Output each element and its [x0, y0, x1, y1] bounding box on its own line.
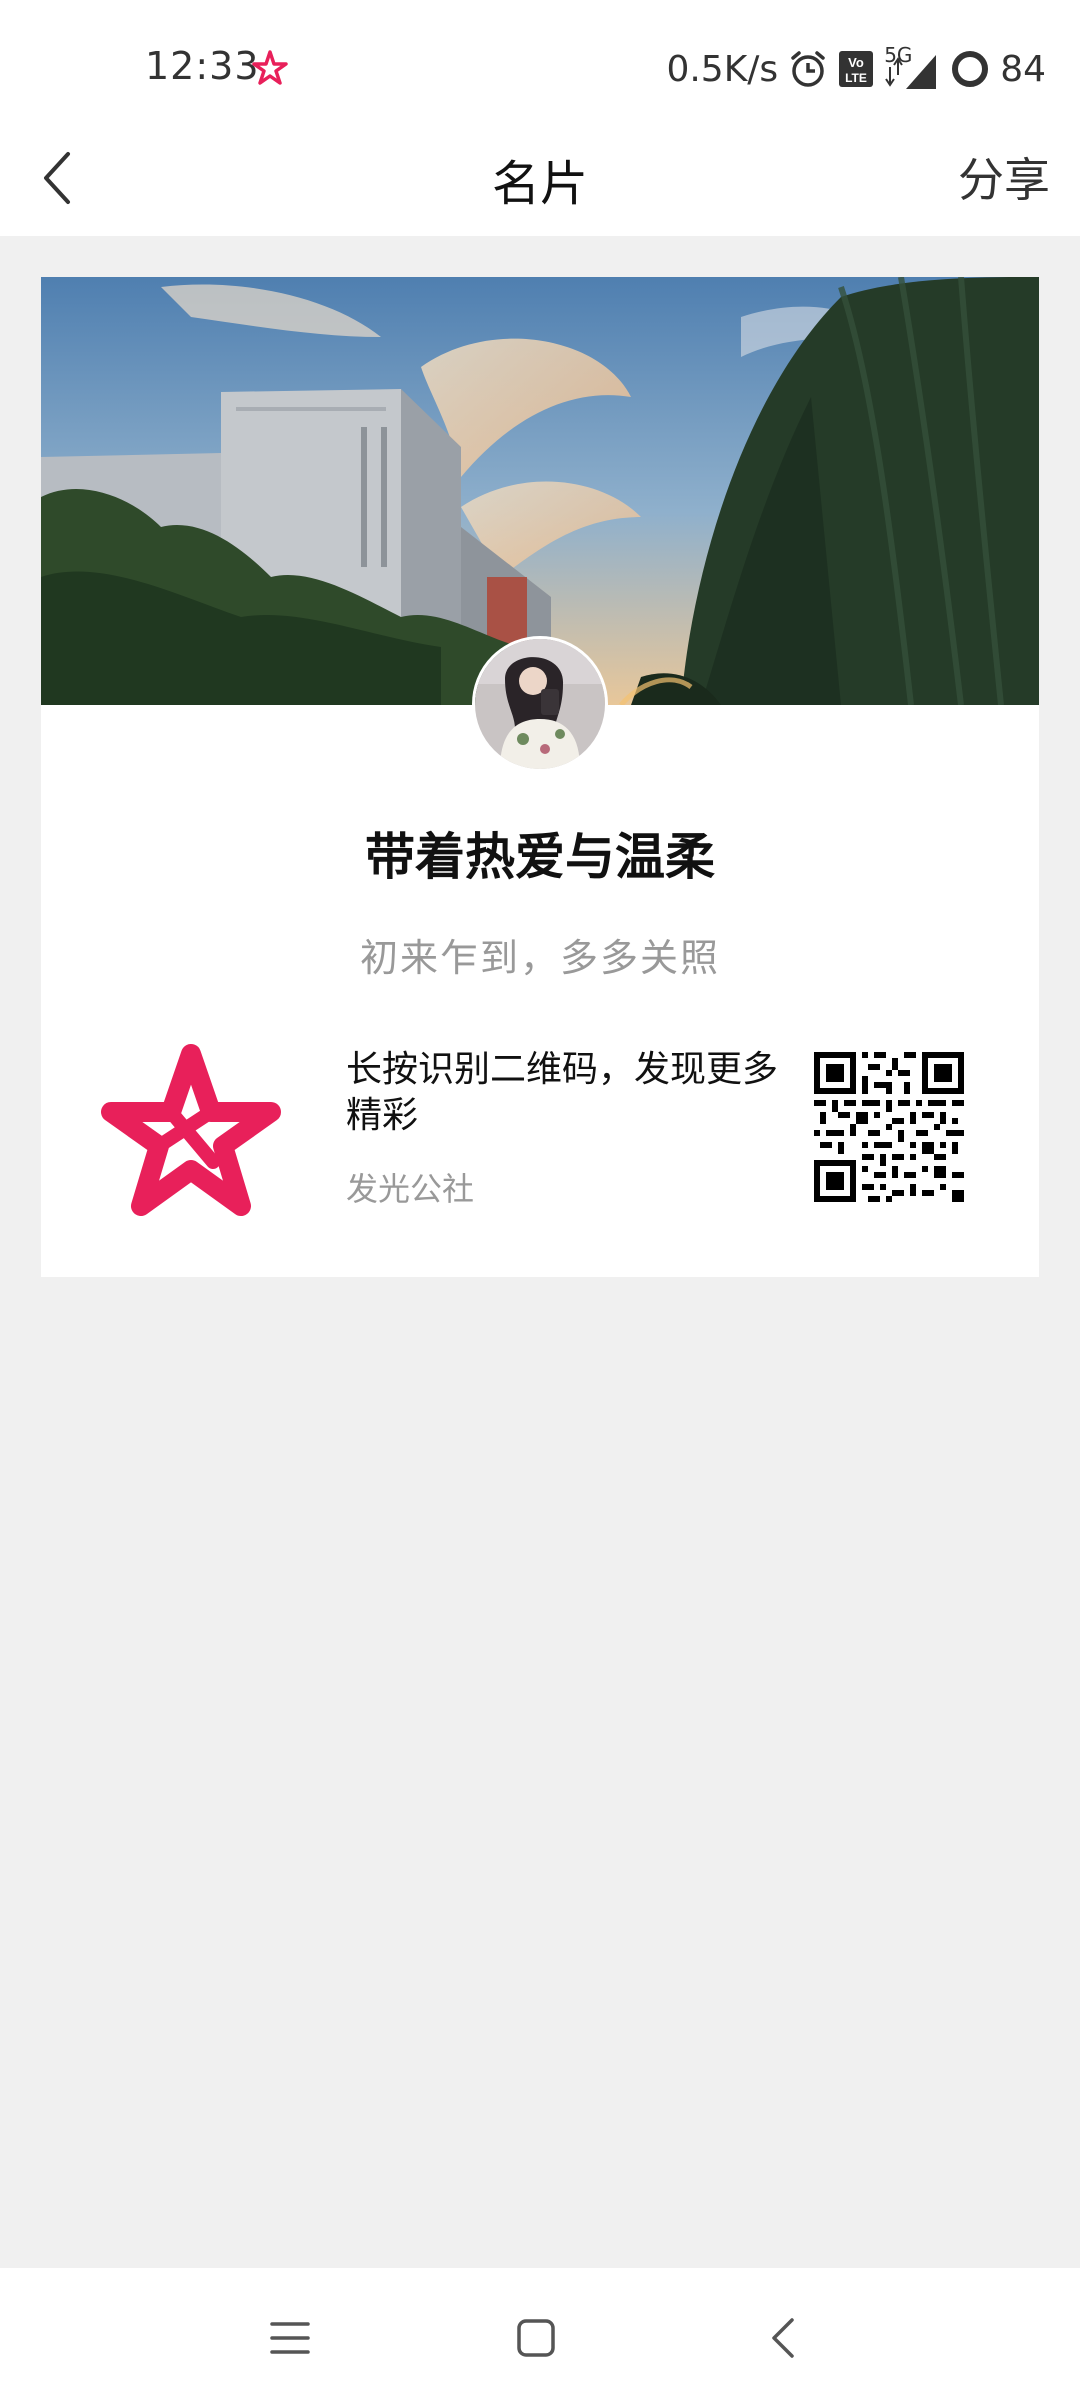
page-title: 名片 — [491, 156, 588, 212]
status-icons: 0.5K/s Vo LTE 5G 84 — [666, 43, 1046, 94]
signal-group: 5G — [884, 43, 940, 91]
home-square-icon — [517, 2319, 555, 2357]
card-intro: 初来乍到，多多关照 — [359, 936, 720, 980]
network-speed: 0.5K/s — [666, 48, 779, 90]
battery-icon — [952, 51, 989, 87]
nav-back-button[interactable] — [744, 2298, 824, 2378]
app-star-icon — [252, 50, 288, 85]
red-star-logo — [101, 1044, 281, 1216]
source-name: 发光公社 — [346, 1170, 475, 1208]
signal-icon — [885, 55, 937, 89]
alarm-icon — [791, 51, 825, 87]
business-card: 带着热爱与温柔 初来乍到，多多关照 长按识别二维码，发现更多精彩 发光公社 — [41, 277, 1039, 1277]
avatar[interactable] — [472, 636, 608, 772]
volte-icon: Vo LTE — [839, 51, 874, 87]
svg-text:Vo: Vo — [848, 55, 864, 70]
status-time: 12:33 — [145, 44, 260, 88]
title-bar: 名片 分享 — [0, 128, 1080, 236]
qr-code[interactable] — [814, 1052, 964, 1202]
battery-level: 84 — [1000, 48, 1046, 90]
qr-prompt: 长按识别二维码，发现更多精彩 — [346, 1049, 779, 1136]
share-button[interactable]: 分享 — [958, 144, 1050, 210]
menu-button[interactable] — [250, 2298, 330, 2378]
home-button[interactable] — [496, 2298, 576, 2378]
status-bar: 12:33 0.5K/s Vo LTE 5G 84 — [0, 0, 1080, 128]
system-nav-bar — [0, 2268, 1080, 2400]
card-name: 带着热爱与温柔 — [365, 828, 715, 886]
avatar-photo — [475, 639, 605, 769]
menu-icon — [270, 2322, 310, 2354]
svg-text:LTE: LTE — [845, 71, 867, 85]
back-triangle-icon — [772, 2318, 794, 2358]
